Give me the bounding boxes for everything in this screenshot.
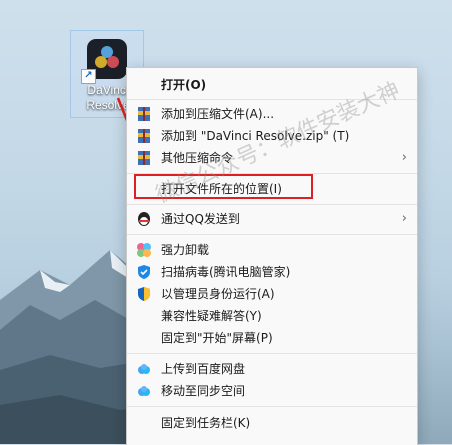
menu-item-send-via-qq[interactable]: 通过QQ发送到 › (127, 208, 417, 230)
archive-icon (136, 128, 152, 144)
archive-icon (136, 150, 152, 166)
menu-item-move-to-sync[interactable]: 移动至同步空间 (127, 380, 417, 402)
menu-item-pin-to-start[interactable]: 固定到"开始"屏幕(P) (127, 327, 417, 349)
qq-icon (136, 211, 152, 227)
menu-item-add-to-zip[interactable]: 添加到 "DaVinci Resolve.zip" (T) (127, 125, 417, 147)
menu-separator (127, 99, 417, 100)
admin-shield-icon (136, 286, 152, 302)
menu-separator (127, 234, 417, 235)
chevron-right-icon: › (401, 211, 407, 226)
menu-item-add-to-archive[interactable]: 添加到压缩文件(A)... (127, 103, 417, 125)
menu-item-compatibility[interactable]: 兼容性疑难解答(Y) (127, 305, 417, 327)
menu-separator (127, 406, 417, 407)
menu-item-other-compress[interactable]: 其他压缩命令 › (127, 147, 417, 169)
cloud-icon (136, 361, 152, 377)
highlight-box (134, 174, 313, 199)
menu-item-upload-baidu[interactable]: 上传到百度网盘 (127, 358, 417, 380)
menu-item-scan-virus[interactable]: 扫描病毒(腾讯电脑管家) (127, 261, 417, 283)
context-menu: 打开(O) 添加到压缩文件(A)... 添加到 "DaVinci Resolve… (126, 67, 418, 445)
cloud-icon (136, 383, 152, 399)
menu-item-pin-to-taskbar[interactable]: 固定到任务栏(K) (127, 412, 417, 434)
uninstall-icon (136, 242, 152, 258)
menu-separator (127, 204, 417, 205)
menu-item-open[interactable]: 打开(O) (127, 74, 417, 96)
shield-icon (136, 264, 152, 280)
archive-icon (136, 106, 152, 122)
menu-separator (127, 353, 417, 354)
chevron-right-icon: › (401, 150, 407, 165)
menu-item-force-uninstall[interactable]: 强力卸载 (127, 239, 417, 261)
menu-item-run-as-admin[interactable]: 以管理员身份运行(A) (127, 283, 417, 305)
